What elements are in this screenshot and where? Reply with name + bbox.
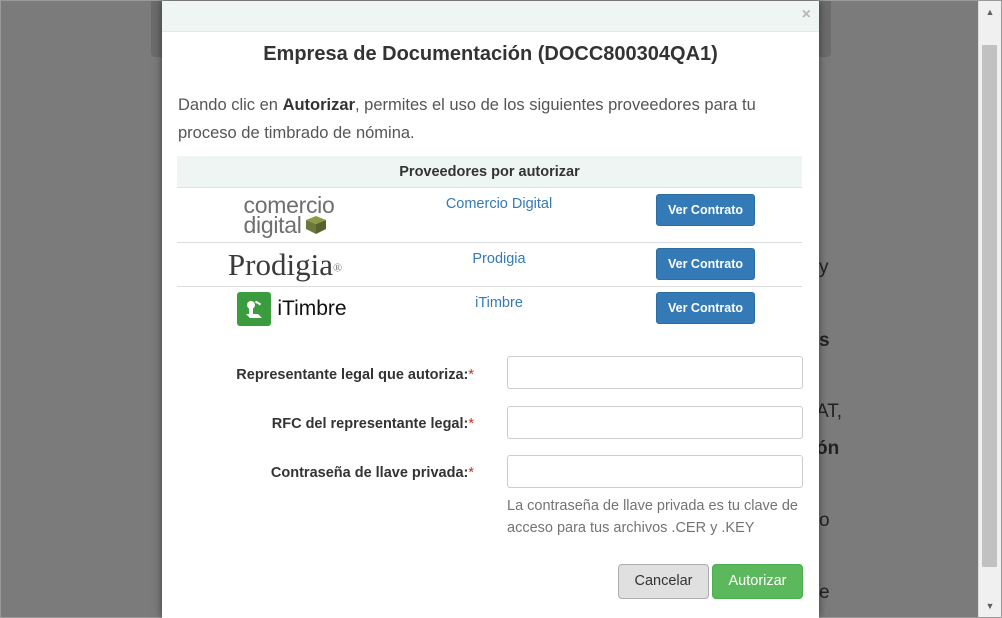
background-text: ón [816,438,840,459]
scroll-up-arrow-icon[interactable]: ▲ [979,3,1001,21]
provider-row-comercio-digital: comercio digital Comercio Digital Ver Co… [177,188,802,243]
private-key-password-label: Contraseña de llave privada:* [271,465,474,481]
prodigia-logo: Prodigia® [177,243,387,286]
background-text: y [819,257,829,278]
provider-link-prodigia[interactable]: Prodigia [387,251,611,267]
modal-top-bar: × [162,1,819,32]
required-asterisk: * [468,416,474,432]
authorize-button[interactable]: Autorizar [712,564,803,599]
rfc-input[interactable] [507,406,803,439]
close-icon[interactable]: × [802,6,811,24]
provider-link-comercio-digital[interactable]: Comercio Digital [387,196,611,212]
view-contract-button-itimbre[interactable]: Ver Contrato [656,292,755,324]
view-contract-button-comercio-digital[interactable]: Ver Contrato [656,194,755,226]
comercio-digital-logo-line2: digital [243,212,302,238]
provider-row-prodigia: Prodigia® Prodigia Ver Contrato [177,243,802,287]
required-asterisk: * [468,367,474,383]
rfc-label-text: RFC del representante legal: [271,416,469,432]
background-text: o [819,510,830,531]
rfc-label: RFC del representante legal:* [272,416,474,432]
scroll-thumb[interactable] [982,45,997,567]
scroll-down-arrow-icon[interactable]: ▼ [979,597,1001,615]
cancel-button[interactable]: Cancelar [618,564,709,599]
cube-icon [305,216,326,234]
legal-representative-label-text: Representante legal que autoriza: [236,367,469,383]
vertical-scrollbar[interactable]: ▲ ▼ [978,1,1001,617]
providers-table-header: Proveedores por autorizar [177,156,802,188]
legal-representative-input[interactable] [507,356,803,389]
password-help-text: La contraseña de llave privada es tu cla… [507,498,798,536]
legal-representative-label: Representante legal que autoriza:* [236,367,474,383]
comercio-digital-logo: comercio digital [177,188,387,242]
background-text: s [819,330,830,351]
required-asterisk: * [468,465,474,481]
background-text: AT, [816,401,843,422]
providers-table: Proveedores por autorizar comercio digit… [177,156,802,331]
provider-row-itimbre: iTimbre iTimbre Ver Contrato [177,287,802,331]
prodigia-logo-text: Prodigia [227,246,333,282]
provider-link-itimbre[interactable]: iTimbre [387,295,611,311]
itimbre-logo: iTimbre [177,287,387,331]
prodigia-logo-mark: ® [332,259,343,274]
authorization-modal: × Empresa de Documentación (DOCC800304QA… [162,1,819,618]
stamp-icon [237,292,272,326]
itimbre-logo-text: iTimbre [277,297,347,320]
view-contract-button-prodigia[interactable]: Ver Contrato [656,248,755,280]
background-text: e [819,582,830,603]
intro-bold: Autorizar [282,96,355,114]
intro-text: Dando clic en Autorizar, permites el uso… [178,91,798,147]
intro-before: Dando clic en [178,96,283,114]
private-key-password-input[interactable] [507,455,803,488]
private-key-password-label-text: Contraseña de llave privada: [270,465,469,481]
modal-title: Empresa de Documentación (DOCC800304QA1) [263,43,718,65]
